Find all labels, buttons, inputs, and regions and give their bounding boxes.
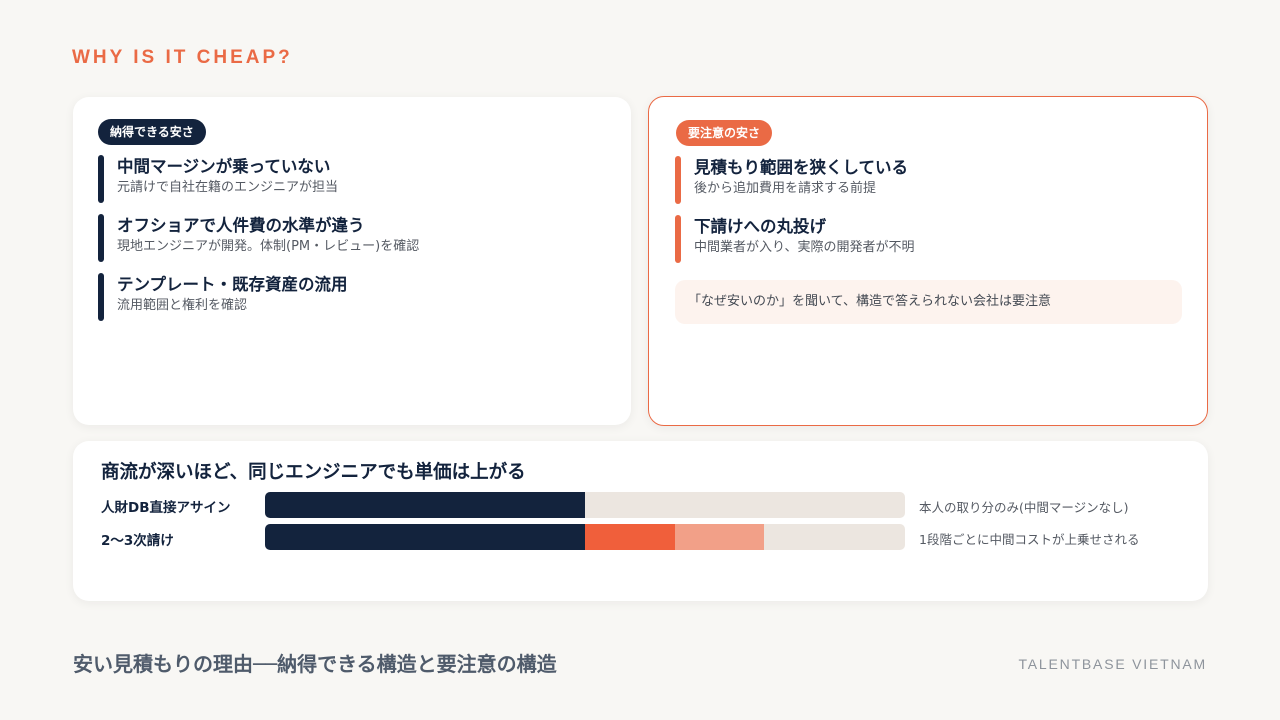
bar-segment: [265, 524, 585, 550]
item-title: テンプレート・既存資産の流用: [117, 275, 348, 294]
caution-badge: 要注意の安さ: [676, 120, 773, 146]
good-item: テンプレート・既存資産の流用 流用範囲と権利を確認: [98, 273, 348, 323]
item-accent-bar: [675, 156, 681, 204]
direct-assign-note: 本人の取り分のみ(中間マージンなし): [919, 500, 1129, 515]
bar-segment: [674, 524, 765, 550]
item-accent-bar: [675, 215, 681, 263]
acceptable-badge: 納得できる安さ: [98, 119, 206, 145]
good-item: オフショアで人件費の水準が違う 現地エンジニアが開発。体制(PM・レビュー)を確…: [98, 214, 419, 264]
item-description: 元請けで自社在籍のエンジニアが担当: [117, 180, 339, 195]
acceptable-cheapness-card: 納得できる安さ 中間マージンが乗っていない 元請けで自社在籍のエンジニアが担当 …: [73, 97, 631, 425]
item-accent-bar: [98, 273, 104, 321]
comparison-title: 商流が深いほど、同じエンジニアでも単価は上がる: [101, 462, 526, 483]
item-title: オフショアで人件費の水準が違う: [117, 216, 365, 235]
brand-name: TALENTBASE VIETNAM: [1018, 656, 1207, 672]
caution-note: 「なぜ安いのか」を聞いて、構造で答えられない会社は要注意: [675, 280, 1182, 324]
item-title: 下請けへの丸投げ: [694, 217, 826, 236]
item-description: 後から追加費用を請求する前提: [694, 181, 877, 196]
caution-item: 下請けへの丸投げ 中間業者が入り、実際の開発者が不明: [675, 215, 914, 265]
eyebrow-heading: WHY IS IT CHEAP?: [72, 47, 293, 68]
subcontract-note: 1段階ごとに中間コストが上乗せされる: [919, 532, 1140, 547]
item-title: 中間マージンが乗っていない: [117, 157, 331, 176]
item-description: 中間業者が入り、実際の開発者が不明: [694, 240, 915, 255]
commercial-flow-comparison-card: 商流が深いほど、同じエンジニアでも単価は上がる 人財DB直接アサイン 本人の取り…: [73, 441, 1208, 601]
item-accent-bar: [98, 155, 104, 203]
bar-segment: [585, 524, 675, 550]
item-description: 現地エンジニアが開発。体制(PM・レビュー)を確認: [117, 239, 420, 254]
direct-assign-label: 人財DB直接アサイン: [101, 500, 231, 516]
subcontract-bar-track: [265, 524, 905, 550]
item-title: 見積もり範囲を狭くしている: [694, 158, 909, 177]
subcontract-label: 2〜3次請け: [101, 533, 174, 549]
item-description: 流用範囲と権利を確認: [117, 298, 248, 313]
direct-assign-bar-track: [265, 492, 905, 518]
bar-segment: [265, 492, 585, 518]
slide-footer-title: 安い見積もりの理由──納得できる構造と要注意の構造: [73, 652, 557, 676]
item-accent-bar: [98, 214, 104, 262]
caution-cheapness-card: 要注意の安さ 見積もり範囲を狭くしている 後から追加費用を請求する前提 下請けへ…: [648, 96, 1208, 426]
caution-item: 見積もり範囲を狭くしている 後から追加費用を請求する前提: [675, 156, 908, 206]
good-item: 中間マージンが乗っていない 元請けで自社在籍のエンジニアが担当: [98, 155, 338, 205]
